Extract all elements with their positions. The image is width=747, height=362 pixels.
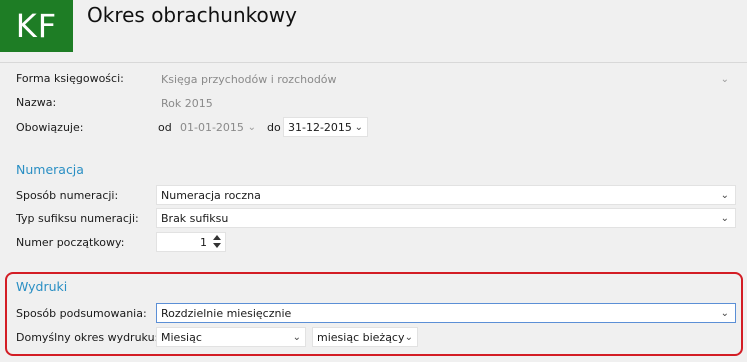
od-date-picker[interactable]: 01-01-2015 ⌄ — [175, 117, 261, 137]
app-logo: KF — [0, 0, 73, 52]
nazwa-label: Nazwa: — [16, 96, 57, 109]
chevron-down-icon: ⌄ — [720, 74, 729, 85]
chevron-down-icon: ⌄ — [354, 122, 363, 133]
sposob-numeracji-value: Numeracja roczna — [161, 189, 261, 202]
numer-poczatkowy-stepper[interactable]: 1 — [156, 232, 226, 252]
domyslny-okres-label: Domyślny okres wydruku: — [16, 331, 159, 344]
do-date-value: 31-12-2015 — [288, 121, 352, 134]
okres-zakres-value: miesiąc bieżący — [317, 331, 405, 344]
header-divider — [0, 62, 747, 63]
od-label: od — [158, 121, 172, 134]
wydruki-section-title: Wydruki — [16, 279, 68, 294]
sposob-numeracji-select[interactable]: Numeracja roczna ⌄ — [156, 185, 736, 205]
page-title: Okres obrachunkowy — [87, 3, 297, 27]
od-date-value: 01-01-2015 — [180, 121, 244, 134]
domyslny-okres-value: Miesiąc — [161, 331, 202, 344]
chevron-down-icon: ⌄ — [404, 332, 413, 343]
typ-sufiksu-select[interactable]: Brak sufiksu ⌄ — [156, 208, 736, 228]
forma-value: Księga przychodów i rozchodów — [161, 73, 337, 86]
numeracja-section-title: Numeracja — [16, 162, 84, 177]
chevron-down-icon: ⌄ — [720, 308, 729, 319]
nazwa-value: Rok 2015 — [161, 97, 213, 110]
okres-zakres-select[interactable]: miesiąc bieżący ⌄ — [312, 327, 418, 347]
do-date-picker[interactable]: 31-12-2015 ⌄ — [283, 117, 368, 137]
nazwa-field[interactable]: Rok 2015 — [156, 93, 736, 113]
forma-label: Forma księgowości: — [16, 72, 124, 85]
chevron-down-icon: ⌄ — [247, 122, 256, 133]
spinner-icon[interactable] — [213, 235, 221, 251]
do-label: do — [267, 121, 281, 134]
typ-sufiksu-label: Typ sufiksu numeracji: — [16, 212, 139, 225]
spinner-up-icon[interactable] — [213, 235, 221, 240]
chevron-down-icon: ⌄ — [720, 213, 729, 224]
chevron-down-icon: ⌄ — [720, 190, 729, 201]
obowiazuje-label: Obowiązuje: — [16, 121, 84, 134]
spinner-down-icon[interactable] — [213, 243, 221, 248]
chevron-down-icon: ⌄ — [292, 332, 301, 343]
page-header: KF Okres obrachunkowy — [0, 0, 747, 62]
sposob-numeracji-label: Sposób numeracji: — [16, 189, 119, 202]
typ-sufiksu-value: Brak sufiksu — [161, 212, 229, 225]
sposob-podsumowania-select[interactable]: Rozdzielnie miesięcznie ⌄ — [156, 303, 736, 323]
forma-select[interactable]: Księga przychodów i rozchodów ⌄ — [156, 69, 736, 89]
domyslny-okres-select[interactable]: Miesiąc ⌄ — [156, 327, 306, 347]
numer-poczatkowy-value: 1 — [200, 236, 207, 249]
numer-poczatkowy-label: Numer początkowy: — [16, 236, 125, 249]
sposob-podsumowania-value: Rozdzielnie miesięcznie — [161, 307, 292, 320]
sposob-podsumowania-label: Sposób podsumowania: — [16, 307, 147, 320]
